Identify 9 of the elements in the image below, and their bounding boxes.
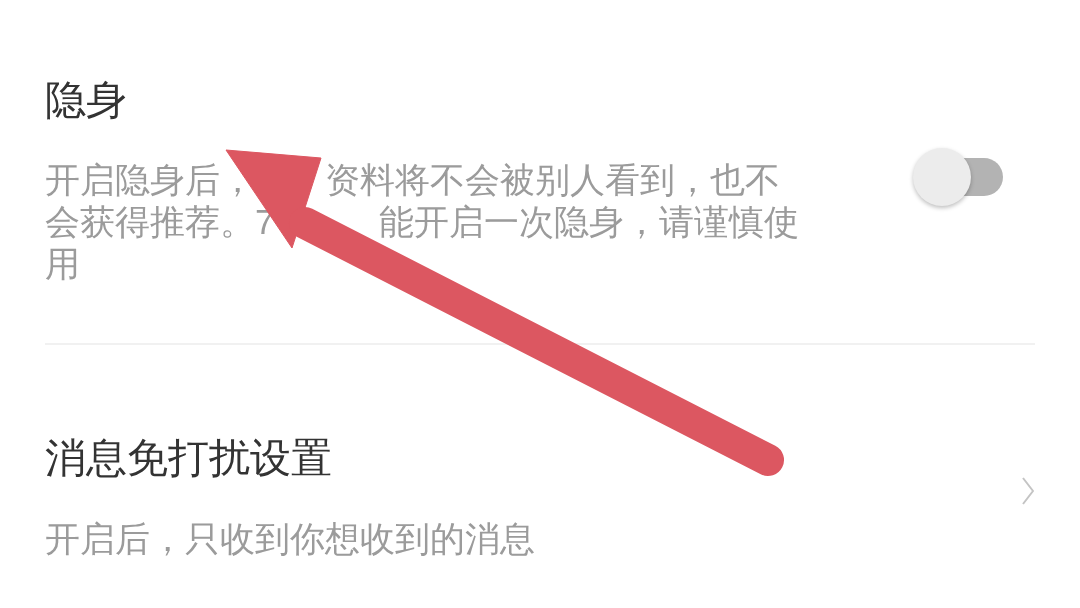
setting-description: 资料将不会被别人看到，也不	[325, 159, 780, 201]
setting-description: 开启隐身后，	[45, 159, 255, 201]
setting-title: 隐身	[45, 76, 127, 125]
setting-description: 能开启一次隐身，请谨慎使	[379, 201, 800, 243]
toggle-switch[interactable]	[913, 148, 1003, 206]
setting-description: 用	[45, 243, 80, 285]
setting-title: 消息免打扰设置	[45, 434, 332, 483]
chevron-right-icon[interactable]	[1022, 477, 1034, 505]
setting-description: 开启后，只收到你想收到的消息	[45, 518, 535, 560]
